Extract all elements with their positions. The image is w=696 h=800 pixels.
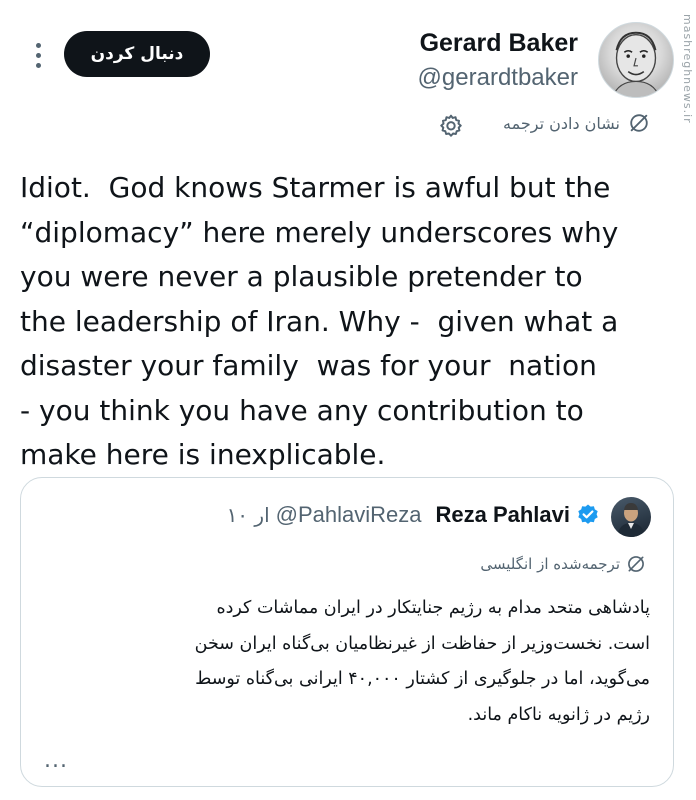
tweet-text-line: you were never a plausible pretender to xyxy=(20,260,583,293)
tweet-text-line: “diplomacy” here merely underscores why xyxy=(20,215,619,249)
quoted-tweet-time[interactable]: ۱۰ ار xyxy=(227,503,270,527)
translate-icon xyxy=(630,114,648,132)
watermark-text: mashreghnews.ir xyxy=(681,14,694,124)
quoted-more-ellipsis[interactable]: ... xyxy=(44,748,68,773)
avatar-portrait-icon xyxy=(612,31,660,97)
gear-icon[interactable] xyxy=(438,113,464,139)
show-translation-link[interactable]: نشان دادن ترجمه xyxy=(503,112,650,134)
tweet-text-line: Idiot. God knows Starmer is awful but th… xyxy=(20,171,611,204)
translate-icon xyxy=(628,556,644,572)
quoted-text-line: است. نخست‌وزیر از حفاظت از غیرنظامیان بی… xyxy=(194,633,650,654)
author-handle[interactable]: @gerardtbaker xyxy=(418,62,578,94)
more-dot xyxy=(35,52,41,58)
author-info[interactable]: Gerard Baker @gerardtbaker xyxy=(418,28,578,94)
quoted-author-name[interactable]: Reza Pahlavi xyxy=(435,502,570,528)
quoted-text-line: می‌گوید، اما در جلوگیری از کشتار ۴۰,۰۰۰ … xyxy=(195,669,650,689)
tweet-text-line: make here is inexplicable. xyxy=(20,438,386,471)
quoted-author-avatar[interactable] xyxy=(611,497,651,537)
more-dot xyxy=(35,62,41,68)
follow-button[interactable]: دنبال کردن xyxy=(64,31,210,77)
quoted-text-line: رژیم در ژانویه ناکام ماند. xyxy=(467,704,650,725)
quoted-tweet-text: پادشاهی متحد مدام به رژیم جنایتکار در ای… xyxy=(50,591,650,733)
translated-from-english-label: ترجمه‌شده از انگلیسی xyxy=(480,555,620,573)
tweet-text-line: the leadership of Iran. Why - given what… xyxy=(20,304,619,338)
quoted-author-handle[interactable]: @PahlaviReza xyxy=(276,502,422,528)
tweet-text-line: - you think you have any contribution to xyxy=(20,393,584,427)
tweet-text: Idiot. God knows Starmer is awful but th… xyxy=(20,166,680,478)
quoted-translated-notice: ترجمه‌شده از انگلیسی xyxy=(480,554,646,574)
tweet-text-line: disaster your family was for your nation xyxy=(20,349,597,382)
quoted-text-line: پادشاهی متحد مدام به رژیم جنایتکار در ای… xyxy=(216,598,650,618)
verified-badge-icon xyxy=(578,504,598,524)
quoted-tweet-header: ۱۰ ار @PahlaviReza Reza Pahlavi xyxy=(227,502,600,528)
more-dot xyxy=(35,42,41,48)
more-options-icon[interactable] xyxy=(26,40,50,70)
author-avatar[interactable] xyxy=(598,22,674,98)
quoted-avatar-portrait-icon xyxy=(617,503,645,537)
show-translation-label: نشان دادن ترجمه xyxy=(503,113,620,133)
author-name[interactable]: Gerard Baker xyxy=(418,28,578,58)
